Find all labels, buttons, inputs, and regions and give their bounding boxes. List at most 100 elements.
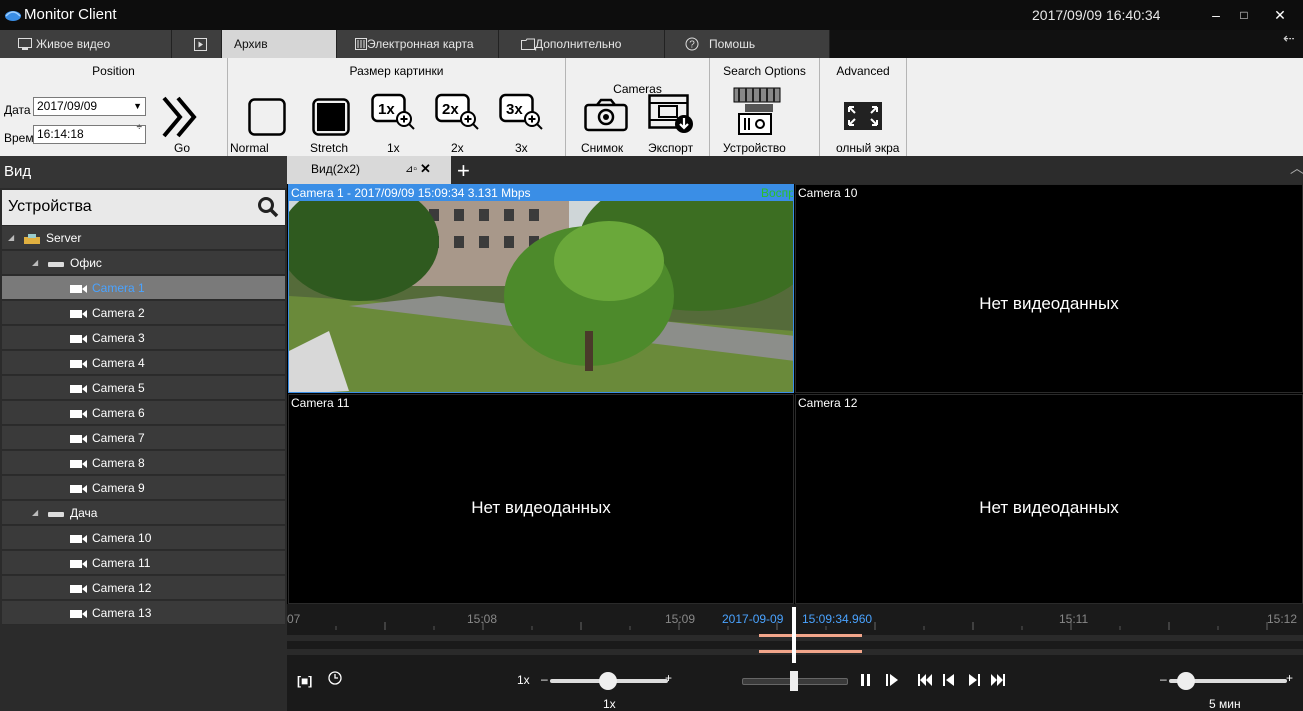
date-picker[interactable]: 2017/09/09 ▼ — [33, 97, 146, 116]
logout-icon[interactable]: ⇠ — [1283, 30, 1295, 47]
video-cell-camera-1[interactable]: Camera 1 - 2017/09/09 15:09:34 3.131 Mbp… — [288, 184, 794, 393]
prev-frame-icon[interactable] — [942, 673, 956, 687]
next-frame-icon[interactable] — [967, 673, 981, 687]
zoom-3x-button[interactable]: 3x — [515, 141, 528, 155]
expand-arrow-icon[interactable]: ◢ — [32, 501, 38, 525]
group-icon — [48, 262, 64, 267]
picture-size-group: Размер картинки 1x 2x 3x Normal Stretch … — [228, 58, 566, 156]
tree-camera-item[interactable]: Camera 4 — [2, 351, 285, 375]
tree-group-item[interactable]: ◢ Дача — [2, 501, 285, 525]
tree-camera-item[interactable]: Camera 3 — [2, 326, 285, 350]
group-title: Position — [92, 64, 135, 78]
playhead-cursor[interactable] — [792, 607, 796, 663]
zoom-1x-icon[interactable]: 1x — [371, 91, 417, 133]
zoom-minus-button[interactable]: – — [1160, 672, 1167, 686]
tab-archive[interactable]: Архив — [222, 30, 337, 58]
camera-icon — [70, 410, 87, 418]
zoom-1x-button[interactable]: 1x — [387, 141, 400, 155]
normal-size-icon[interactable] — [248, 98, 286, 136]
no-video-message: Нет видеоданных — [471, 498, 611, 517]
clock-icon[interactable] — [328, 671, 342, 685]
collapse-icon[interactable]: ︿ — [1290, 158, 1303, 178]
pause-icon[interactable] — [859, 673, 873, 687]
view-tab[interactable]: Вид(2x2) ⊿▫ ✕ — [287, 156, 451, 184]
tree-server-item[interactable]: ◢ Server — [2, 226, 285, 250]
stretch-size-icon[interactable] — [312, 98, 350, 136]
tree-item-label: Server — [46, 231, 82, 245]
tree-camera-item[interactable]: Camera 12 — [2, 576, 285, 600]
tree-group-item[interactable]: ◢ Офис — [2, 251, 285, 275]
speed-slider-knob[interactable] — [599, 672, 617, 690]
current-time-readout: 15:09:34.960 — [802, 612, 873, 626]
go-chevrons-icon[interactable] — [160, 94, 204, 140]
search-icon[interactable] — [257, 196, 279, 218]
server-icon — [24, 234, 40, 244]
camera-snapshot-icon[interactable] — [584, 98, 628, 132]
playback-controls: [■] 1x – + 1x – + 5 мин — [287, 662, 1303, 711]
tree-camera-item[interactable]: Camera 9 — [2, 476, 285, 500]
skip-start-icon[interactable] — [917, 673, 933, 687]
tab-archive-icon-area[interactable] — [172, 30, 222, 58]
close-button[interactable]: ✕ — [1267, 5, 1293, 25]
timeline-zoom-knob[interactable] — [1177, 672, 1195, 690]
speed-value: 1x — [603, 697, 616, 711]
zoom-2x-icon[interactable]: 2x — [435, 91, 481, 133]
tree-camera-item[interactable]: Camera 8 — [2, 451, 285, 475]
jog-slider-knob[interactable] — [790, 671, 798, 691]
tab-help[interactable]: ? Помошь — [665, 30, 830, 58]
go-button[interactable]: Go — [174, 141, 190, 155]
camera-icon — [70, 560, 87, 568]
fullscreen-icon[interactable] — [844, 102, 882, 130]
help-icon: ? — [685, 37, 699, 51]
device-search-bar[interactable]: Устройства — [2, 190, 285, 225]
expand-arrow-icon[interactable]: ◢ — [32, 251, 38, 275]
speed-plus-button[interactable]: + — [665, 671, 672, 685]
stretch-button[interactable]: Stretch — [310, 141, 348, 155]
chevron-down-icon[interactable]: ▼ — [133, 98, 142, 115]
snapshot-button[interactable]: Снимок — [581, 141, 623, 155]
add-tab-icon[interactable]: + — [457, 158, 470, 184]
normal-button[interactable]: Normal — [230, 141, 269, 155]
export-button[interactable]: Экспорт — [648, 141, 693, 155]
tree-camera-item[interactable]: Camera 7 — [2, 426, 285, 450]
camera-title: Camera 10 — [798, 186, 858, 200]
spinner-arrows-icon[interactable]: ÷ — [137, 123, 143, 133]
tree-camera-item[interactable]: Camera 5 — [2, 376, 285, 400]
skip-end-icon[interactable] — [990, 673, 1006, 687]
tree-camera-item[interactable]: Camera 10 — [2, 526, 285, 550]
speed-label: 1x — [517, 673, 530, 687]
tab-live-video[interactable]: Живое видео — [0, 30, 172, 58]
speed-minus-button[interactable]: – — [541, 672, 548, 686]
layout-toggle-icon[interactable]: [■] — [297, 674, 312, 688]
tab-emap[interactable]: Электронная карта — [337, 30, 499, 58]
tree-camera-item[interactable]: Camera 6 — [2, 401, 285, 425]
close-tab-icon[interactable]: ✕ — [420, 161, 431, 177]
device-button[interactable]: Устройство — [723, 141, 786, 155]
tab-additional[interactable]: Дополнительно — [499, 30, 665, 58]
sidebar-header[interactable]: Вид — [0, 156, 287, 188]
recording-segment[interactable] — [759, 634, 862, 637]
fullscreen-button[interactable]: олный экра — [836, 141, 899, 155]
step-forward-icon[interactable] — [885, 673, 899, 687]
video-cell-camera-10[interactable]: Camera 10 Нет видеоданных — [795, 184, 1303, 393]
device-search-icon[interactable] — [731, 84, 787, 138]
tree-item-label: Camera 5 — [92, 381, 145, 395]
minimize-button[interactable]: – — [1203, 5, 1229, 25]
export-video-icon[interactable] — [648, 94, 694, 134]
maximize-button[interactable]: □ — [1231, 5, 1257, 25]
tree-camera-item[interactable]: Camera 11 — [2, 551, 285, 575]
tree-camera-item[interactable]: Camera 2 — [2, 301, 285, 325]
video-cell-camera-12[interactable]: Camera 12 Нет видеоданных — [795, 394, 1303, 604]
tree-camera-item[interactable]: Camera 1 — [2, 276, 285, 300]
zoom-plus-button[interactable]: + — [1286, 671, 1293, 685]
pin-icon[interactable]: ⊿▫ — [405, 164, 417, 175]
tree-camera-item[interactable]: Camera 13 — [2, 601, 285, 625]
group-title: Размер картинки — [349, 64, 444, 78]
expand-arrow-icon[interactable]: ◢ — [8, 226, 14, 250]
tree-item-label: Camera 11 — [92, 556, 151, 570]
time-spinner[interactable]: 16:14:18 ÷ — [33, 123, 146, 144]
video-cell-camera-11[interactable]: Camera 11 Нет видеоданных — [288, 394, 794, 604]
zoom-3x-icon[interactable]: 3x — [499, 91, 545, 133]
recording-segment[interactable] — [759, 650, 862, 653]
zoom-2x-button[interactable]: 2x — [451, 141, 464, 155]
